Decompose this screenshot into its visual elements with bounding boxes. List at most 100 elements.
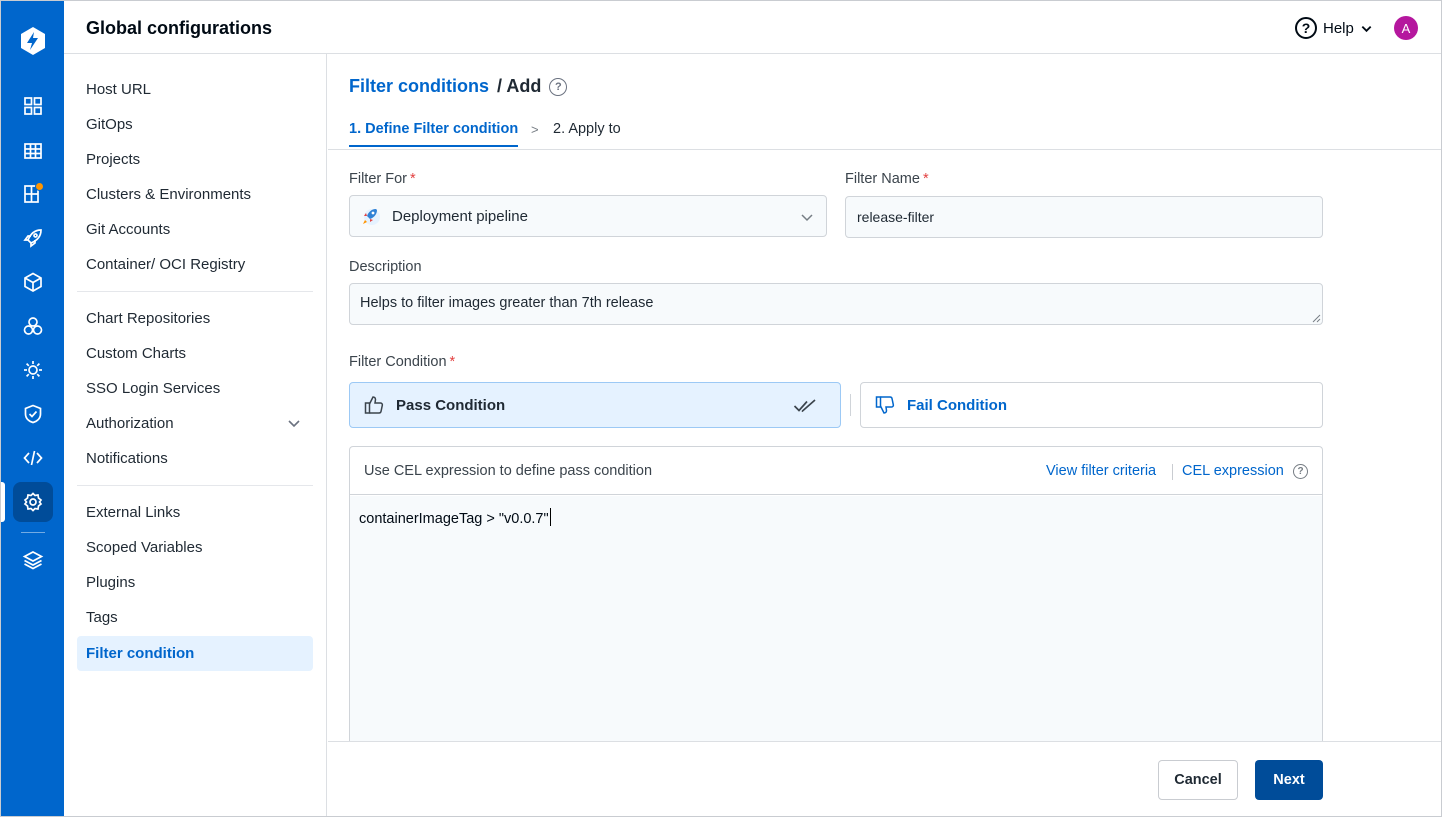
double-check-icon bbox=[793, 399, 816, 413]
tab-separator: > bbox=[531, 122, 539, 137]
app-window: Global configurations ? Help A Host URL … bbox=[0, 0, 1442, 817]
sidebar-item-label: Scoped Variables bbox=[86, 539, 203, 556]
description-textarea[interactable]: Helps to filter images greater than 7th … bbox=[349, 283, 1323, 325]
breadcrumb-filter-conditions-link[interactable]: Filter conditions bbox=[349, 76, 489, 97]
icon-rail bbox=[1, 1, 64, 816]
rail-divider bbox=[21, 532, 45, 533]
settings-gear-icon[interactable] bbox=[20, 489, 46, 515]
sidebar-item-label: SSO Login Services bbox=[86, 380, 221, 397]
sidebar-item-label: Plugins bbox=[86, 574, 136, 591]
sidebar-item-label: Authorization bbox=[86, 415, 174, 432]
sidebar-item-custom-charts[interactable]: Custom Charts bbox=[77, 336, 313, 371]
thumbs-up-icon bbox=[364, 396, 384, 414]
deployment-pipeline-icon bbox=[363, 209, 380, 225]
sidebar-item-plugins[interactable]: Plugins bbox=[77, 565, 313, 600]
sidebar-item-chart-repositories[interactable]: Chart Repositories bbox=[77, 301, 313, 336]
step-tabs: 1. Define Filter condition > 2. Apply to bbox=[328, 116, 1441, 150]
help-circle-icon[interactable]: ? bbox=[549, 77, 568, 96]
settings-sidebar: Host URL GitOps Projects Clusters & Envi… bbox=[64, 54, 327, 816]
required-mark: * bbox=[449, 354, 456, 370]
layers-icon[interactable] bbox=[20, 547, 46, 573]
resize-handle-icon[interactable] bbox=[1312, 314, 1321, 323]
chevron-down-icon bbox=[1361, 25, 1372, 32]
sidebar-item-container-registry[interactable]: Container/ OCI Registry bbox=[77, 247, 313, 282]
code-text: containerImageTag > "v0.0.7" bbox=[359, 511, 549, 527]
app-logo-icon[interactable] bbox=[17, 25, 49, 57]
code-icon[interactable] bbox=[20, 445, 46, 471]
filter-condition-label-text: Filter Condition bbox=[349, 354, 447, 370]
sidebar-item-label: Chart Repositories bbox=[86, 310, 211, 327]
sidebar-item-label: Git Accounts bbox=[86, 221, 171, 238]
filter-name-label-text: Filter Name bbox=[845, 171, 920, 187]
notification-dot bbox=[35, 182, 44, 191]
description-label: Description bbox=[349, 259, 422, 275]
help-icon: ? bbox=[1295, 17, 1317, 39]
sidebar-item-label: Tags bbox=[86, 609, 118, 626]
sidebar-item-git-accounts[interactable]: Git Accounts bbox=[77, 212, 313, 247]
sidebar-divider bbox=[77, 485, 313, 486]
fail-condition-option[interactable]: Fail Condition bbox=[860, 382, 1323, 428]
page-title: Global configurations bbox=[86, 18, 273, 38]
deploy-rocket-icon[interactable] bbox=[20, 225, 46, 251]
top-header: Global configurations ? Help A bbox=[64, 1, 1441, 54]
editor-header: Use CEL expression to define pass condit… bbox=[350, 447, 1322, 495]
sidebar-item-scoped-variables[interactable]: Scoped Variables bbox=[77, 530, 313, 565]
filter-name-input[interactable] bbox=[845, 196, 1323, 238]
sidebar-item-filter-condition[interactable]: Filter condition bbox=[77, 636, 313, 671]
filter-for-select[interactable]: Deployment pipeline bbox=[349, 195, 827, 237]
sidebar-item-label: Notifications bbox=[86, 450, 168, 467]
main-content: Filter conditions / Add ? 1. Define Filt… bbox=[328, 54, 1441, 816]
overview-grid-icon[interactable] bbox=[20, 93, 46, 119]
sidebar-item-host-url[interactable]: Host URL bbox=[77, 72, 313, 107]
applications-icon[interactable] bbox=[20, 137, 46, 163]
help-label: Help bbox=[1323, 19, 1354, 37]
sidebar-item-clusters[interactable]: Clusters & Environments bbox=[77, 177, 313, 212]
sidebar-item-external-links[interactable]: External Links bbox=[77, 495, 313, 530]
view-filter-criteria-link[interactable]: View filter criteria bbox=[1046, 463, 1156, 479]
sidebar-item-authorization[interactable]: Authorization bbox=[77, 406, 313, 441]
sidebar-item-projects[interactable]: Projects bbox=[77, 142, 313, 177]
security-gear-icon[interactable] bbox=[20, 357, 46, 383]
shield-icon[interactable] bbox=[20, 401, 46, 427]
breadcrumb: Filter conditions / Add ? bbox=[349, 76, 568, 97]
thumbs-down-icon bbox=[875, 396, 895, 414]
sidebar-item-label: Host URL bbox=[86, 81, 152, 98]
chart-store-icon[interactable] bbox=[20, 313, 46, 339]
sidebar-item-tags[interactable]: Tags bbox=[77, 600, 313, 635]
cube-icon[interactable] bbox=[20, 269, 46, 295]
sidebar-item-label: Container/ OCI Registry bbox=[86, 256, 246, 273]
filter-for-value: Deployment pipeline bbox=[392, 207, 528, 225]
sidebar-divider bbox=[77, 291, 313, 292]
sidebar-item-sso-login[interactable]: SSO Login Services bbox=[77, 371, 313, 406]
form-footer: Cancel Next bbox=[328, 741, 1441, 816]
next-button[interactable]: Next bbox=[1255, 760, 1323, 800]
filter-for-label: Filter For * bbox=[349, 171, 416, 187]
active-nav-indicator bbox=[1, 482, 5, 522]
sidebar-item-label: GitOps bbox=[86, 116, 133, 133]
sidebar-item-notifications[interactable]: Notifications bbox=[77, 441, 313, 476]
condition-separator bbox=[850, 394, 851, 416]
sidebar-item-label: External Links bbox=[86, 504, 181, 521]
avatar[interactable]: A bbox=[1394, 16, 1418, 40]
code-line: containerImageTag > "v0.0.7" bbox=[359, 508, 551, 527]
sidebar-item-gitops[interactable]: GitOps bbox=[77, 107, 313, 142]
fail-condition-label: Fail Condition bbox=[907, 396, 1007, 414]
chevron-down-icon bbox=[801, 214, 813, 222]
link-separator bbox=[1172, 464, 1173, 480]
text-caret bbox=[549, 508, 551, 526]
help-menu[interactable]: ? Help bbox=[1295, 17, 1373, 39]
help-circle-icon[interactable]: ? bbox=[1293, 464, 1308, 479]
sidebar-item-label: Filter condition bbox=[86, 645, 195, 662]
tab-define-filter-condition[interactable]: 1. Define Filter condition bbox=[349, 121, 519, 147]
sidebar-item-label: Projects bbox=[86, 151, 141, 168]
pass-condition-option[interactable]: Pass Condition bbox=[349, 382, 841, 428]
cel-expression-link[interactable]: CEL expression bbox=[1182, 463, 1284, 479]
filter-name-label: Filter Name * bbox=[845, 171, 929, 187]
editor-hint: Use CEL expression to define pass condit… bbox=[364, 463, 653, 479]
tab-apply-to[interactable]: 2. Apply to bbox=[553, 121, 621, 137]
sidebar-item-label: Custom Charts bbox=[86, 345, 187, 362]
chevron-down-icon bbox=[288, 420, 300, 428]
required-mark: * bbox=[410, 171, 416, 187]
sidebar-item-label: Clusters & Environments bbox=[86, 186, 252, 203]
cancel-button[interactable]: Cancel bbox=[1158, 760, 1238, 800]
